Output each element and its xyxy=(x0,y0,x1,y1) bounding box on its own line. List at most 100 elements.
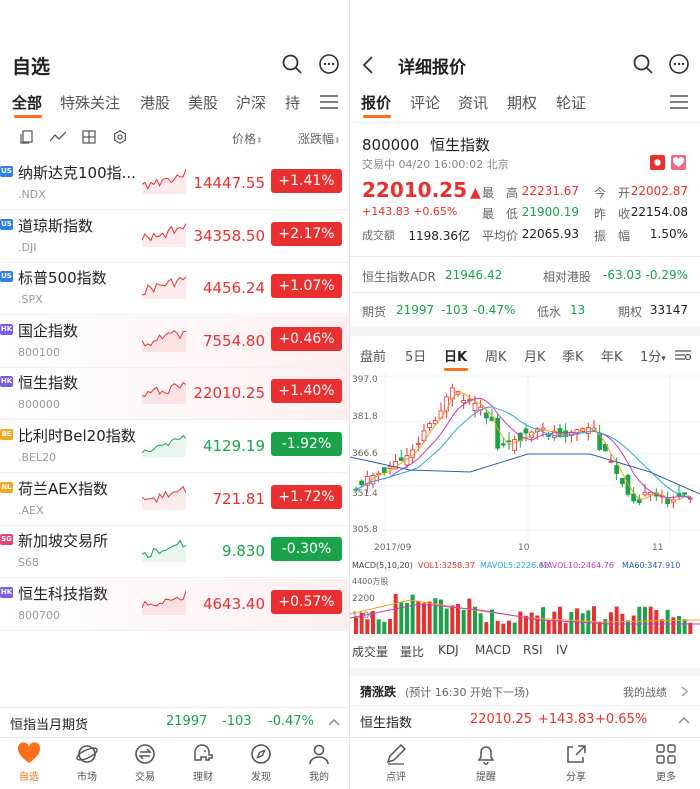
period-weekly[interactable]: 周K xyxy=(485,346,507,365)
watchlist-row[interactable]: US 纳斯达克100指... .NDX 14447.55 +1.41% xyxy=(0,158,349,210)
period-5d[interactable]: 5日 xyxy=(405,346,426,365)
copy-icon[interactable] xyxy=(20,130,34,144)
watchlist-row[interactable]: NL 荷兰AEX指数 .AEX 721.81 +1.72% xyxy=(0,474,349,526)
period-yearly[interactable]: 年K xyxy=(601,346,623,365)
change-badge[interactable]: +1.41% xyxy=(271,169,342,193)
price-sort[interactable]: 价格⬍ xyxy=(232,130,263,147)
search-icon[interactable] xyxy=(632,53,654,75)
chevron-up-icon[interactable] xyxy=(328,718,340,726)
action-alert[interactable]: 提醒 xyxy=(457,742,515,783)
tab-quote[interactable]: 报价 xyxy=(361,92,391,113)
nav-discover[interactable]: 发现 xyxy=(232,742,290,783)
message-icon[interactable] xyxy=(668,53,690,75)
stock-code: 800000 xyxy=(18,398,60,412)
adr-rel-pct: -0.29% xyxy=(645,268,688,282)
grid-icon[interactable] xyxy=(82,130,96,144)
watchlist-row[interactable]: HK 恒生指数 800000 22010.25 +1.40% xyxy=(0,368,349,421)
nav-trade[interactable]: 交易 xyxy=(116,742,174,783)
stock-price: 7554.80 xyxy=(202,331,265,350)
volume-bar xyxy=(461,609,466,634)
my-record-link[interactable]: 我的战绩 xyxy=(623,684,667,700)
trend-icon[interactable] xyxy=(50,131,66,143)
tab-news[interactable]: 资讯 xyxy=(458,92,488,113)
tab-all[interactable]: 全部 xyxy=(12,92,42,113)
nav-watchlist[interactable]: 自选 xyxy=(0,742,58,783)
watchlist-row[interactable]: BE 比利时Bel20指数 .BEL20 4129.19 -1.92% xyxy=(0,421,349,473)
settings-icon[interactable] xyxy=(113,130,127,144)
tab-warrants[interactable]: 轮证 xyxy=(556,92,586,113)
chevron-down-icon: ▾ xyxy=(661,354,666,364)
x-axis-label: 10 xyxy=(518,543,530,553)
indicator-iv[interactable]: IV xyxy=(556,643,568,657)
favorite-heart-icon[interactable] xyxy=(671,155,686,170)
guess-sub: (预计 16:30 开始下一场) xyxy=(405,686,530,699)
y-axis-label: 351.4 xyxy=(352,489,378,499)
watchlist-row[interactable]: HK 国企指数 800100 7554.80 +0.46% xyxy=(0,315,349,368)
futures-ticker[interactable]: 恒指当月期货 21997 -103 -0.47% xyxy=(0,707,349,737)
volume-bar xyxy=(654,609,659,634)
indicator-volume-ratio[interactable]: 量比 xyxy=(400,643,424,660)
volume-bar xyxy=(529,612,534,634)
chevron-up-icon[interactable] xyxy=(678,716,690,724)
tab-cn[interactable]: 沪深 xyxy=(236,92,266,113)
menu-icon[interactable] xyxy=(320,94,338,110)
watchlist-row[interactable]: US 标普500指数 .SPX 4456.24 +1.07% xyxy=(0,263,349,316)
message-icon[interactable] xyxy=(318,53,340,75)
watchlist-row[interactable]: HK 恒生科技指数 800700 4643.40 +0.57% xyxy=(0,578,349,631)
indicator-macd[interactable]: MACD xyxy=(475,643,511,657)
indicator-rsi[interactable]: RSI xyxy=(523,643,543,657)
stock-code: .NDX xyxy=(18,188,46,201)
watchlist-row[interactable]: US 道琼斯指数 .DJI 34358.50 +2.17% xyxy=(0,211,349,263)
macd-legend-ma5: MAVOL5:2226.62 xyxy=(480,561,549,570)
action-comment[interactable]: 点评 xyxy=(367,742,425,783)
tab-options[interactable]: 期权 xyxy=(507,92,537,113)
back-icon[interactable] xyxy=(362,55,374,75)
volume-bar xyxy=(507,620,511,634)
period-monthly[interactable]: 月K xyxy=(524,346,546,365)
change-sort[interactable]: 涨跌幅⬍ xyxy=(298,130,341,147)
menu-icon[interactable] xyxy=(670,94,688,110)
volume-bar xyxy=(660,619,664,634)
change-badge[interactable]: +1.72% xyxy=(271,484,342,509)
watchlist-row[interactable]: SG 新加坡交易所 S68 9.830 -0.30% xyxy=(0,526,349,579)
indicator-kdj[interactable]: KDJ xyxy=(438,643,459,657)
nav-market[interactable]: 市场 xyxy=(58,742,116,783)
volume-unit-label: 4400万股 xyxy=(352,577,388,586)
candle xyxy=(398,457,404,461)
change-badge[interactable]: +2.17% xyxy=(271,221,342,246)
tab-hk[interactable]: 港股 xyxy=(140,92,170,113)
chart-settings-icon[interactable] xyxy=(675,348,691,362)
stock-code: .AEX xyxy=(18,503,44,517)
search-icon[interactable] xyxy=(281,53,303,75)
stock-price: 4456.24 xyxy=(202,279,265,298)
volume-bar xyxy=(626,620,630,634)
period-quarterly[interactable]: 季K xyxy=(562,346,584,365)
indicator-volume[interactable]: 成交量 xyxy=(352,643,388,660)
change-badge[interactable]: -0.30% xyxy=(271,537,342,562)
period-minute[interactable]: 1分▾ xyxy=(640,346,666,365)
y-axis-label: 305.8 xyxy=(352,525,378,535)
change-badge[interactable]: +0.46% xyxy=(271,326,342,351)
change-badge[interactable]: +1.07% xyxy=(271,274,342,299)
tab-special[interactable]: 特殊关注 xyxy=(60,92,120,113)
tab-holdings[interactable]: 持 xyxy=(285,92,300,113)
action-share[interactable]: 分享 xyxy=(547,742,605,783)
nav-me[interactable]: 我的 xyxy=(290,742,348,783)
period-premarket[interactable]: 盘前 xyxy=(360,346,386,365)
change-badge[interactable]: +0.57% xyxy=(271,589,342,614)
period-daily[interactable]: 日K xyxy=(444,346,467,365)
candle xyxy=(427,423,433,429)
current-price: 22010.25 ▲ xyxy=(362,178,481,202)
tab-us[interactable]: 美股 xyxy=(188,92,218,113)
volume-bar xyxy=(405,602,409,634)
volume-bar xyxy=(569,611,574,634)
tab-comments[interactable]: 评论 xyxy=(410,92,440,113)
nav-wealth[interactable]: 理财 xyxy=(174,742,232,783)
change-badge[interactable]: -1.92% xyxy=(271,432,342,456)
sparkline xyxy=(142,276,186,300)
volume-bar xyxy=(648,606,653,634)
stock-code: .DJI xyxy=(18,240,37,254)
action-more[interactable]: 更多 xyxy=(637,742,695,783)
kline-chart[interactable]: 397.0 381.8 366.6 351.4 305.8 2017/09 10 11 MACD… xyxy=(350,372,700,638)
change-badge[interactable]: +1.40% xyxy=(271,379,342,404)
